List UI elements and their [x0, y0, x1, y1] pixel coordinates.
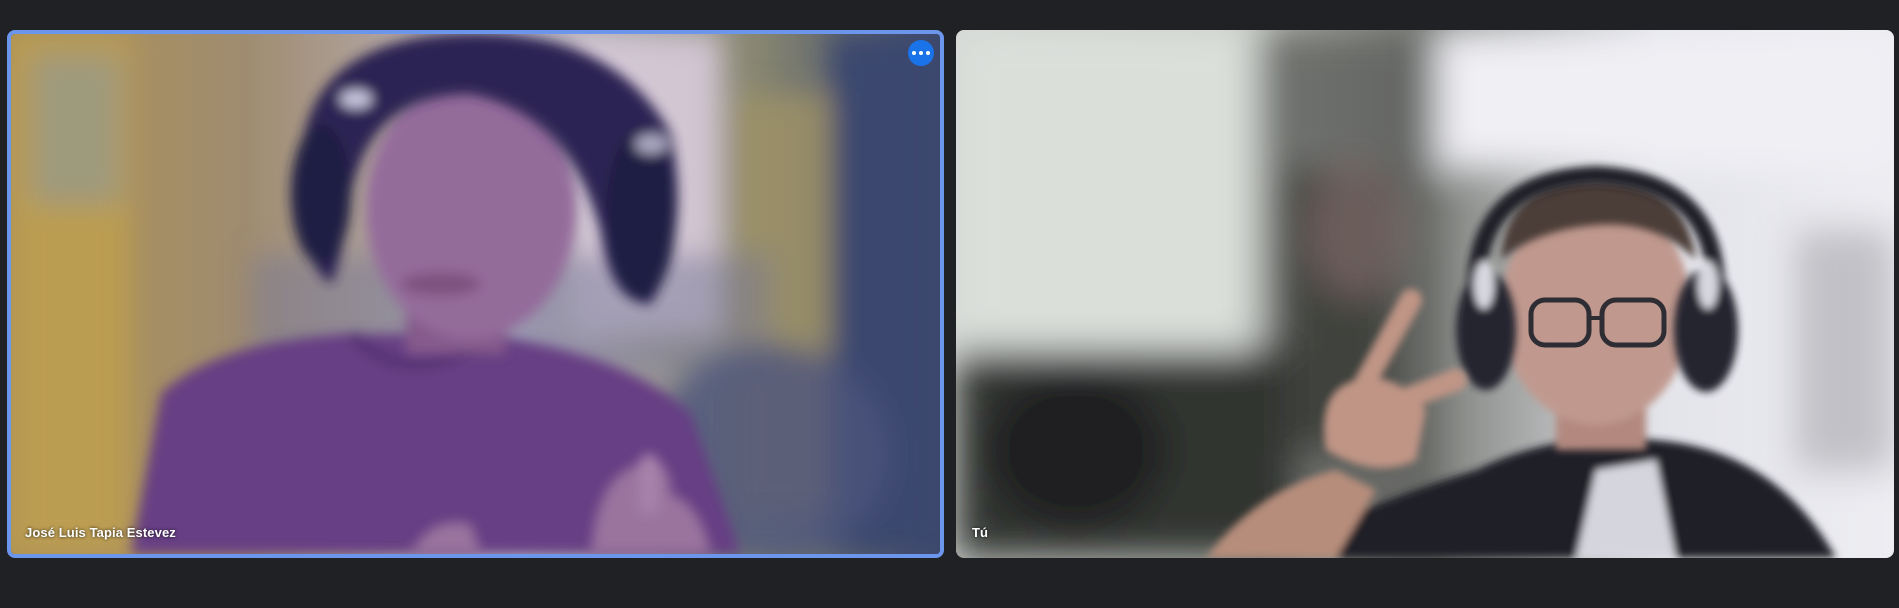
more-horizontal-icon-dot-2 [919, 51, 923, 55]
participant-name-self: Tú [972, 525, 989, 540]
more-horizontal-icon [912, 51, 916, 55]
participant-tile-self[interactable]: Tú [956, 30, 1894, 558]
participant-name-remote: José Luis Tapia Estevez [25, 525, 176, 540]
more-horizontal-icon-dot-3 [926, 51, 930, 55]
participant-video-remote [11, 34, 940, 554]
participant-video-self [956, 30, 1894, 558]
participant-tile-remote[interactable]: José Luis Tapia Estevez [7, 30, 944, 558]
video-frame-remote [11, 34, 940, 554]
tile-options-button[interactable] [908, 40, 934, 66]
meeting-stage: José Luis Tapia Estevez Tú [0, 0, 1899, 608]
video-frame-self [956, 30, 1894, 558]
